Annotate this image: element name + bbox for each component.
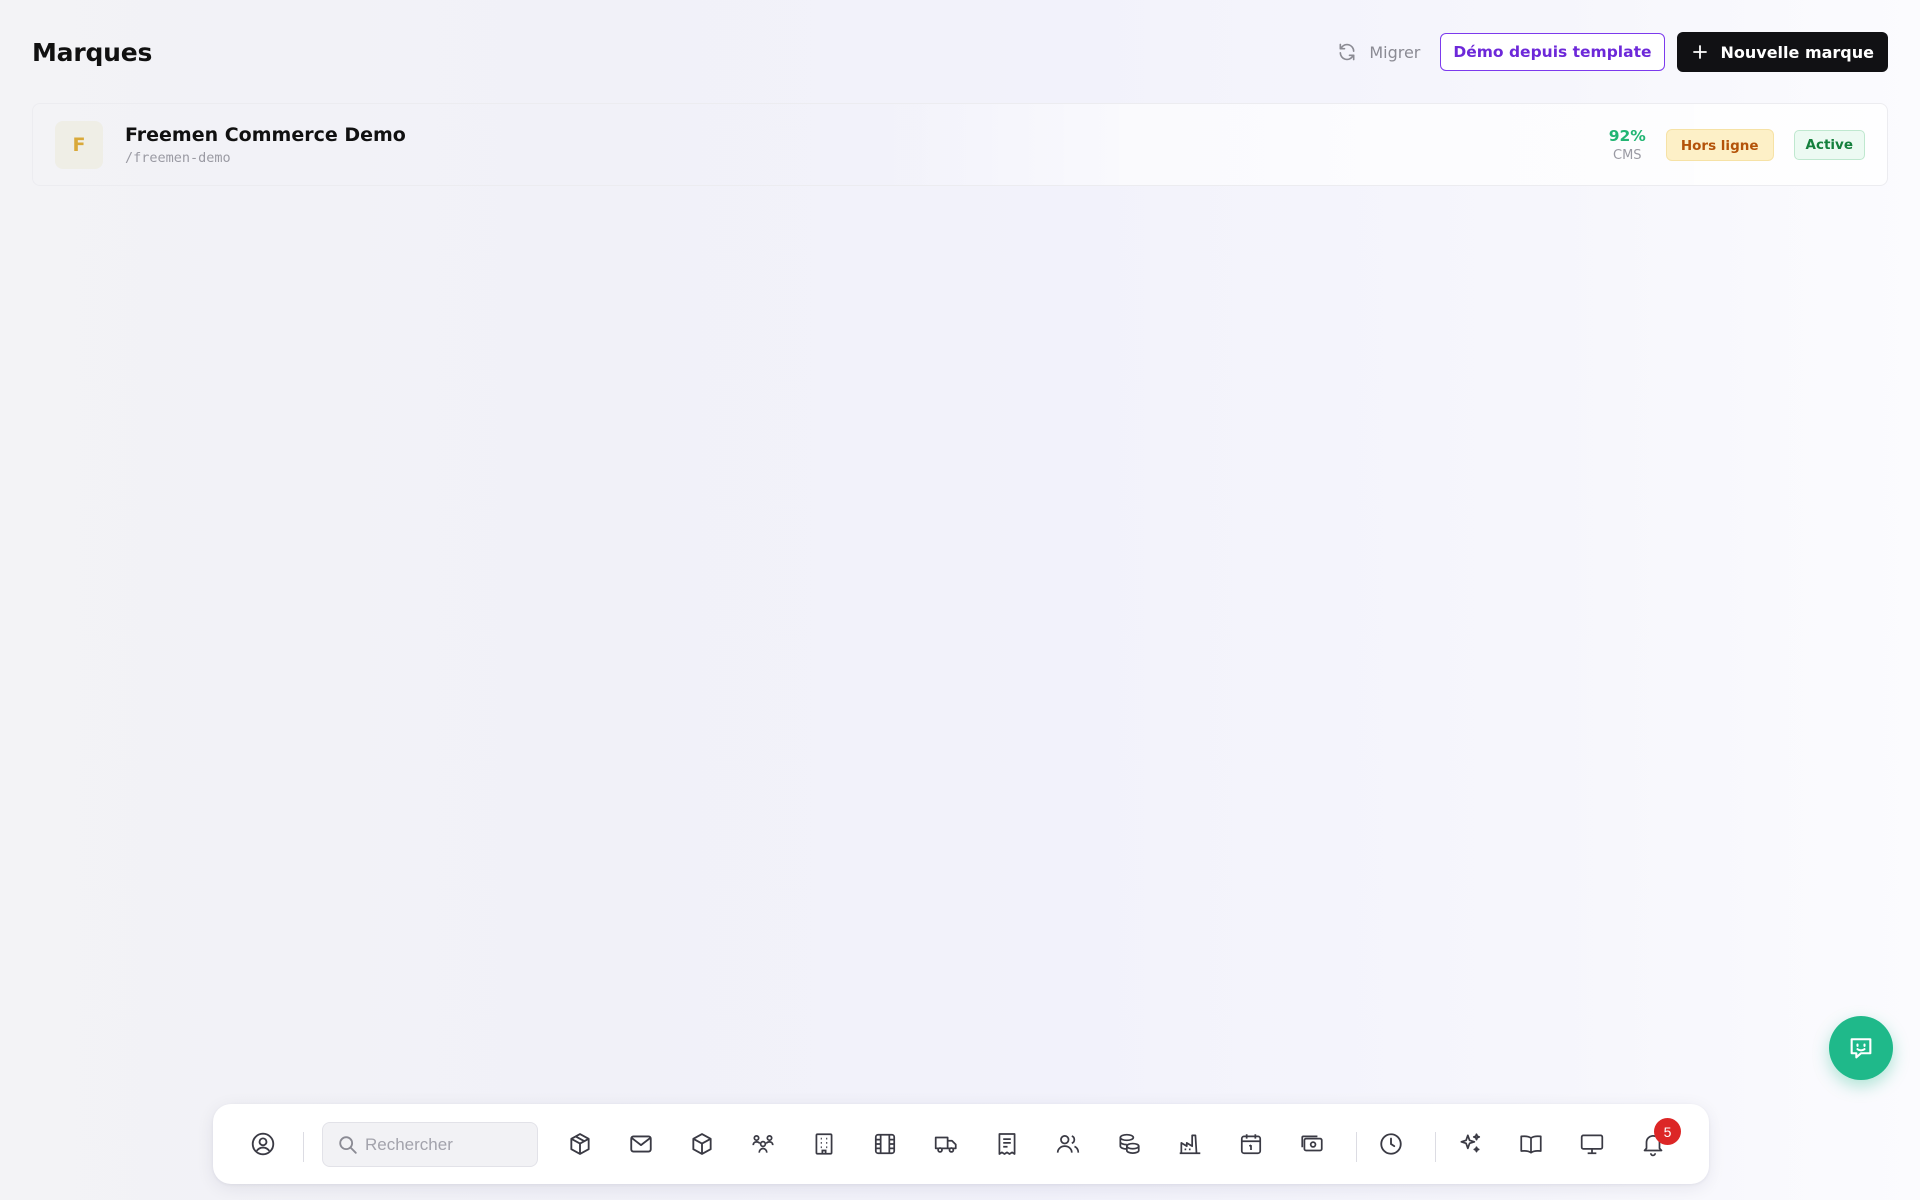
- brand-name: Freemen Commerce Demo: [125, 123, 406, 146]
- new-brand-button[interactable]: Nouvelle marque: [1676, 32, 1888, 72]
- active-status-badge: Active: [1793, 129, 1865, 160]
- sparkles-icon[interactable]: [1450, 1124, 1490, 1164]
- calendar-icon[interactable]: [1231, 1124, 1271, 1164]
- bell-icon[interactable]: 5: [1633, 1118, 1681, 1164]
- offline-status-badge: Hors ligne: [1665, 128, 1774, 161]
- users-icon[interactable]: [1048, 1124, 1088, 1164]
- brand-avatar: F: [55, 120, 103, 169]
- cms-percent: 92%: [1608, 126, 1646, 145]
- film-icon[interactable]: [865, 1124, 905, 1164]
- monitor-icon[interactable]: [1572, 1124, 1612, 1164]
- page-header: Marques Migrer Démo depuis template Nouv…: [32, 32, 1888, 72]
- page-title: Marques: [32, 37, 153, 67]
- factory-icon[interactable]: [1170, 1124, 1210, 1164]
- migrate-label: Migrer: [1369, 42, 1421, 62]
- clock-icon[interactable]: [1371, 1124, 1411, 1164]
- chat-assistant-button[interactable]: [1829, 1016, 1893, 1080]
- book-icon[interactable]: [1511, 1124, 1551, 1164]
- bottom-dock: 5: [213, 1104, 1709, 1184]
- team-icon[interactable]: [743, 1124, 783, 1164]
- mail-icon[interactable]: [621, 1124, 661, 1164]
- chat-bot-icon: [1850, 1038, 1872, 1059]
- cms-progress: 92% CMS: [1609, 127, 1646, 163]
- user-circle-icon[interactable]: [243, 1124, 283, 1164]
- dock-divider: [1356, 1132, 1357, 1162]
- truck-icon[interactable]: [926, 1124, 966, 1164]
- package-icon[interactable]: [560, 1124, 600, 1164]
- cash-icon[interactable]: [1292, 1124, 1332, 1164]
- dock-divider: [303, 1132, 304, 1162]
- notification-count-badge: 5: [1654, 1118, 1681, 1145]
- brand-info: Freemen Commerce Demo /freemen-demo: [125, 124, 406, 166]
- coins-icon[interactable]: [1109, 1124, 1149, 1164]
- dock-divider: [1435, 1132, 1436, 1162]
- header-actions: Migrer Démo depuis template Nouvelle mar…: [1329, 32, 1888, 72]
- new-brand-label: Nouvelle marque: [1720, 42, 1875, 62]
- box-icon[interactable]: [682, 1124, 722, 1164]
- search-input[interactable]: [365, 1134, 525, 1155]
- search-box[interactable]: [322, 1122, 538, 1167]
- receipt-icon[interactable]: [987, 1124, 1027, 1164]
- building-icon[interactable]: [804, 1124, 844, 1164]
- cms-label: CMS: [1613, 147, 1642, 163]
- search-icon: [339, 1135, 357, 1154]
- refresh-icon: [1339, 43, 1355, 61]
- migrate-button[interactable]: Migrer: [1329, 33, 1428, 71]
- brand-slug: /freemen-demo: [125, 149, 231, 166]
- brand-card[interactable]: F Freemen Commerce Demo /freemen-demo 92…: [32, 103, 1888, 186]
- demo-from-template-button[interactable]: Démo depuis template: [1440, 33, 1665, 71]
- plus-icon: [1692, 45, 1707, 59]
- brand-status-group: 92% CMS Hors ligne Active: [1609, 127, 1865, 163]
